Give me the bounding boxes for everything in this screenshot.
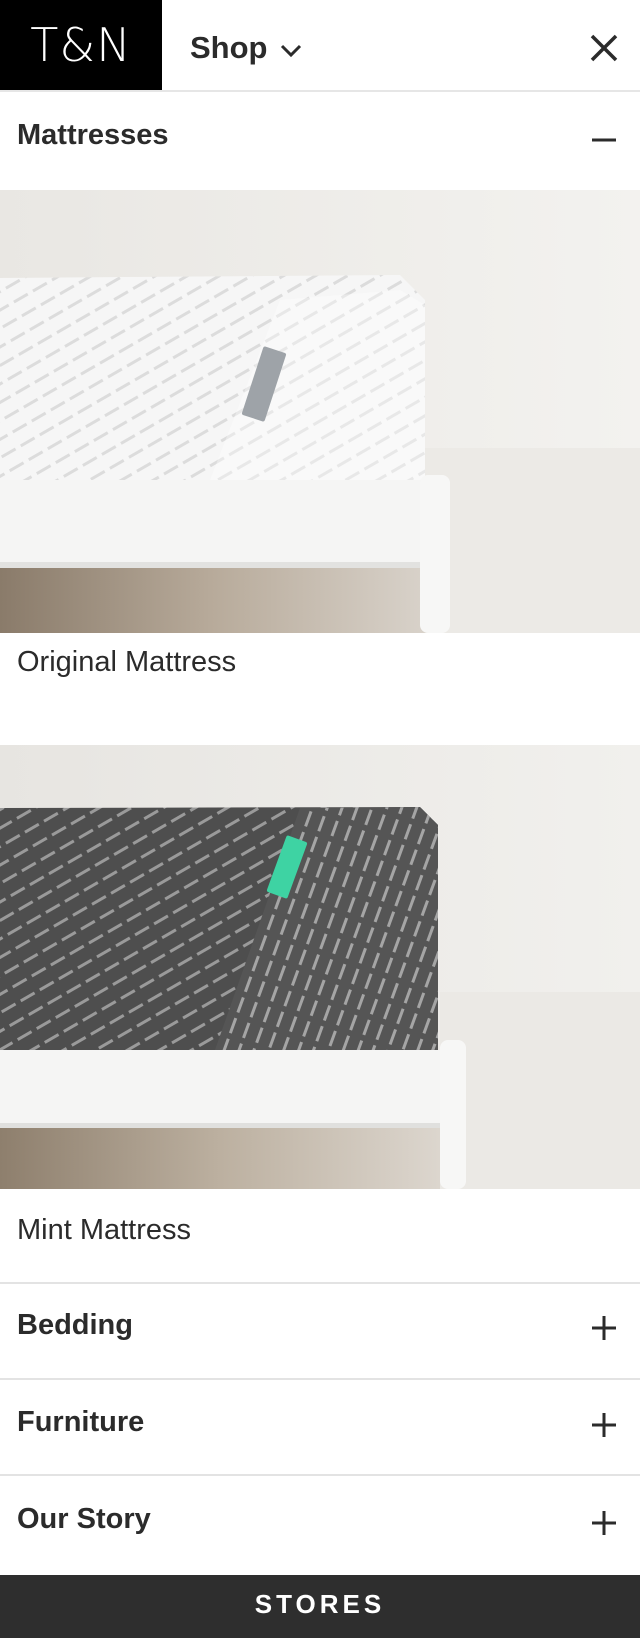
close-icon[interactable] <box>584 28 624 68</box>
chevron-down-icon <box>280 44 301 58</box>
section-title-furniture: Furniture <box>17 1406 145 1438</box>
shop-label: Shop <box>190 30 268 65</box>
minus-icon[interactable] <box>589 125 619 155</box>
stores-link[interactable]: STORES <box>0 1575 640 1638</box>
menu-section-furniture[interactable]: Furniture <box>0 1380 640 1474</box>
original-mattress-illustration <box>0 190 640 633</box>
mint-mattress-image[interactable] <box>0 745 640 1189</box>
original-mattress-image[interactable] <box>0 190 640 633</box>
plus-icon[interactable] <box>589 1410 619 1440</box>
stores-label: STORES <box>254 1589 386 1619</box>
menu-section-our-story[interactable]: Our Story <box>0 1476 640 1575</box>
plus-icon[interactable] <box>589 1313 619 1343</box>
mint-mattress-illustration <box>0 745 640 1189</box>
section-title-our-story: Our Story <box>17 1503 151 1535</box>
section-title-mattresses: Mattresses <box>17 119 169 151</box>
shop-menu-toggle[interactable]: Shop <box>190 28 302 68</box>
product-link-original-mattress[interactable]: Original Mattress <box>17 646 236 679</box>
top-nav-bar: T&N Shop <box>0 0 640 92</box>
section-title-bedding: Bedding <box>17 1309 133 1341</box>
plus-icon[interactable] <box>589 1508 619 1538</box>
menu-section-bedding[interactable]: Bedding <box>0 1284 640 1380</box>
brand-logo[interactable]: T&N <box>0 0 162 90</box>
brand-logo-text: T&N <box>30 18 132 72</box>
product-link-mint-mattress[interactable]: Mint Mattress <box>17 1214 191 1247</box>
menu-section-mattresses[interactable]: Mattresses <box>0 92 640 190</box>
